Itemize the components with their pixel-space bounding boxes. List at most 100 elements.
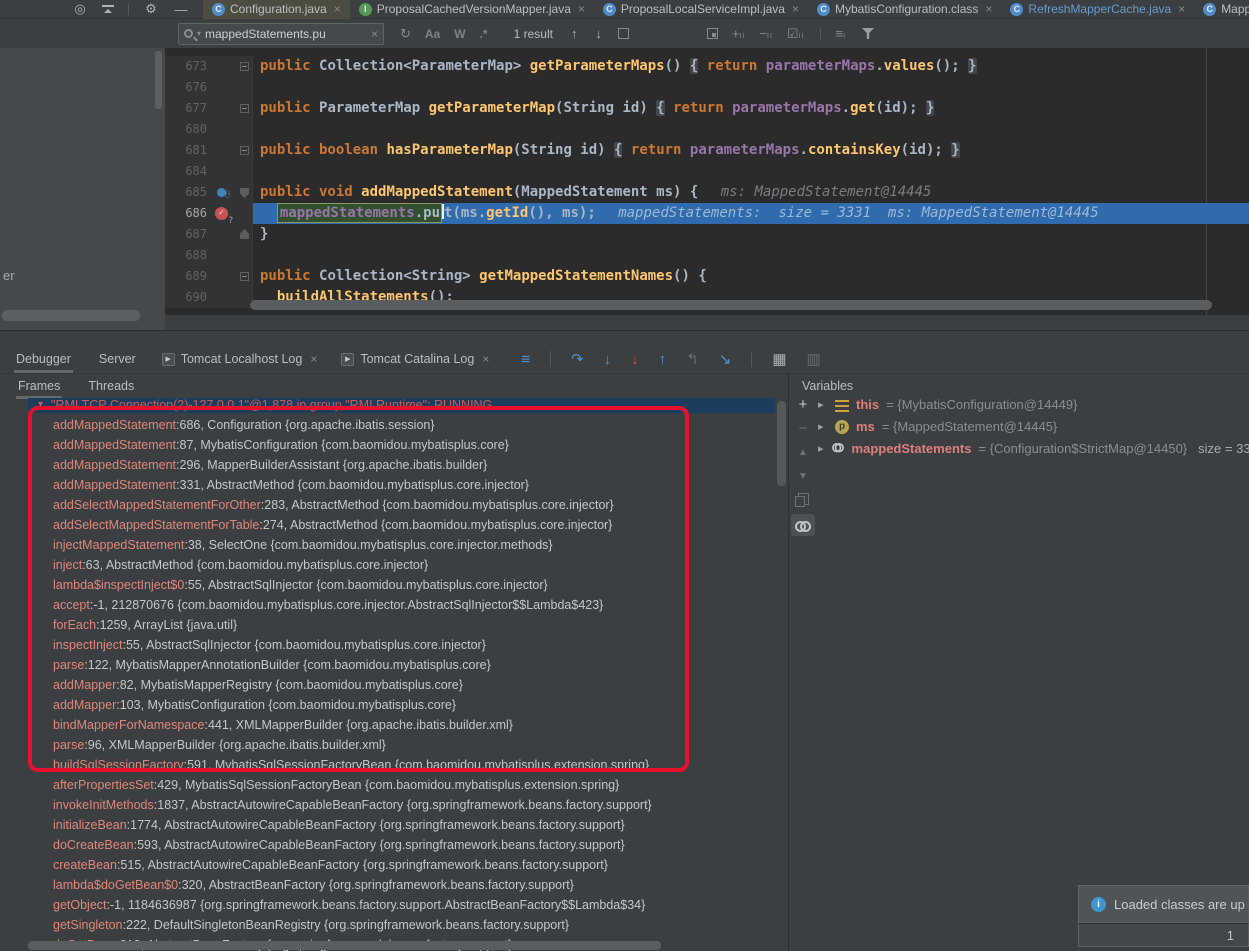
previous-occurrence-icon[interactable]: ↑	[571, 26, 578, 41]
code-line[interactable]: 677 public ParameterMap getParameterMap(…	[165, 98, 1249, 119]
show-watches-toggle[interactable]	[791, 514, 815, 536]
evaluate-expression-icon[interactable]: ▦	[772, 350, 786, 368]
fold-marker-slot[interactable]	[238, 77, 253, 98]
variable-row[interactable]: ▸ p ms = {MappedStatement@14445}	[818, 416, 1249, 438]
collapse-all-icon[interactable]	[102, 4, 114, 14]
move-watch-up-icon[interactable]: ▲	[798, 445, 808, 460]
thread-selector[interactable]: ▾ "RMI TCP Connection(2)-127.0.0.1"@1,87…	[28, 398, 775, 413]
stack-frame[interactable]: lambda$inspectInject$0:55, AbstractSqlIn…	[0, 575, 776, 595]
tab-refresh-mapper-cache[interactable]: C RefreshMapperCache.java ×	[1001, 0, 1194, 19]
expander-icon[interactable]: ▸	[818, 438, 824, 460]
code-line[interactable]: 673 public Collection<ParameterMap> getP…	[165, 56, 1249, 77]
fold-marker-slot[interactable]	[238, 140, 253, 161]
step-into-icon[interactable]: ↓	[604, 351, 612, 368]
stack-frame[interactable]: addMapper:103, MybatisConfiguration {com…	[0, 695, 776, 715]
stack-frame[interactable]: addMappedStatement:686, Configuration {o…	[0, 415, 776, 435]
code-line[interactable]: 689 public Collection<String> getMappedS…	[165, 266, 1249, 287]
close-icon[interactable]: ×	[482, 352, 489, 366]
remove-occurrence-icon[interactable]: −II	[759, 26, 772, 41]
code-line[interactable]: 687 }	[165, 224, 1249, 245]
close-icon[interactable]: ×	[985, 2, 992, 16]
code-line[interactable]: 680	[165, 119, 1249, 140]
stack-frame[interactable]: doCreateBean:593, AbstractAutowireCapabl…	[0, 835, 776, 855]
tab-configuration-java[interactable]: C Configuration.java ×	[203, 0, 350, 19]
stack-frame[interactable]: createBean:515, AbstractAutowireCapableB…	[0, 855, 776, 875]
code-line[interactable]: 681 public boolean hasParameterMap(Strin…	[165, 140, 1249, 161]
settings-gear-icon[interactable]: ⚙	[143, 1, 159, 17]
fold-marker-slot[interactable]	[238, 224, 253, 245]
debugger-menu-icon[interactable]: ≡	[521, 351, 530, 368]
step-out-icon[interactable]: ↑	[659, 351, 667, 368]
fold-marker-slot[interactable]	[238, 182, 253, 203]
stack-frame[interactable]: bindMapperForNamespace:441, XMLMapperBui…	[0, 715, 776, 735]
code-line[interactable]: 676	[165, 77, 1249, 98]
stack-frame[interactable]: lambda$doGetBean$0:320, AbstractBeanFact…	[0, 875, 776, 895]
step-over-icon[interactable]: ↷	[571, 350, 584, 368]
tab-tomcat-localhost-log[interactable]: ▶ Tomcat Localhost Log ×	[150, 352, 330, 366]
stack-frame[interactable]: addSelectMappedStatementForOther:283, Ab…	[0, 495, 776, 515]
search-input[interactable]: ▾ mappedStatements.pu ×	[178, 23, 384, 45]
breakpoint-icon[interactable]: ✓?	[211, 203, 238, 224]
drop-frame-icon[interactable]: ↰	[686, 350, 699, 368]
code-editor[interactable]: 673 public Collection<ParameterMap> getP…	[165, 48, 1249, 315]
tab-frames[interactable]: Frames	[4, 373, 74, 399]
stack-frame[interactable]: addMappedStatement:296, MapperBuilderAss…	[0, 455, 776, 475]
tab-tomcat-catalina-log[interactable]: ▶ Tomcat Catalina Log ×	[329, 352, 501, 366]
stack-frame[interactable]: initializeBean:1774, AbstractAutowireCap…	[0, 815, 776, 835]
stack-frame[interactable]: inject:63, AbstractMethod {com.baomidou.…	[0, 555, 776, 575]
panel-horizontal-scrollbar[interactable]	[2, 310, 140, 321]
stack-frame[interactable]: forEach:1259, ArrayList {java.util}	[0, 615, 776, 635]
stack-frame[interactable]: parse:96, XMLMapperBuilder {org.apache.i…	[0, 735, 776, 755]
hide-panel-icon[interactable]: —	[173, 2, 189, 17]
search-history-icon[interactable]: ↻	[400, 26, 411, 42]
close-icon[interactable]: ×	[792, 2, 799, 16]
select-all-occurrences-icon[interactable]: ☑II	[787, 26, 805, 42]
panel-vertical-scrollbar[interactable]	[155, 51, 162, 109]
code-line[interactable]: 685 ↓ public void addMappedStatement(Map…	[165, 182, 1249, 203]
fold-marker-slot[interactable]	[238, 56, 253, 77]
stack-frame[interactable]: getSingleton:222, DefaultSingletonBeanRe…	[0, 915, 776, 935]
tab-mapper-method[interactable]: C MapperMethod.java ×	[1194, 0, 1249, 19]
fold-sq-icon[interactable]	[240, 272, 249, 281]
clear-search-icon[interactable]: ×	[371, 27, 378, 41]
move-watch-down-icon[interactable]: ▼	[798, 469, 808, 484]
fold-marker-slot[interactable]	[238, 266, 253, 287]
next-occurrence-icon[interactable]: ↓	[595, 26, 602, 41]
close-icon[interactable]: ×	[310, 352, 317, 366]
tab-mybatis-configuration-class[interactable]: C MybatisConfiguration.class ×	[808, 0, 1001, 19]
stack-frame[interactable]: addMappedStatement:331, AbstractMethod {…	[0, 475, 776, 495]
stack-frame[interactable]: invokeInitMethods:1837, AbstractAutowire…	[0, 795, 776, 815]
open-in-find-window-icon[interactable]	[707, 28, 718, 39]
variable-row[interactable]: ▸ mappedStatements = {Configuration$Stri…	[818, 438, 1249, 460]
search-history-chevron-icon[interactable]: ▾	[197, 29, 201, 38]
close-icon[interactable]: ×	[1178, 2, 1185, 16]
fold-marker-slot[interactable]	[238, 119, 253, 140]
expander-icon[interactable]: ▸	[818, 416, 828, 438]
frames-horizontal-scrollbar[interactable]	[28, 941, 661, 950]
variable-row[interactable]: ▸ this = {MybatisConfiguration@14449}	[818, 394, 1249, 416]
add-watch-icon[interactable]: +	[799, 397, 808, 412]
fold-marker-slot[interactable]	[238, 161, 253, 182]
fold-marker-slot[interactable]	[238, 203, 253, 224]
fold-marker-slot[interactable]	[238, 245, 253, 266]
tab-proposal-cached-version-mapper[interactable]: I ProposalCachedVersionMapper.java ×	[350, 0, 594, 19]
whole-words-toggle[interactable]: W	[454, 27, 465, 41]
close-icon[interactable]: ×	[334, 2, 341, 16]
search-in-selection-icon[interactable]	[618, 28, 629, 39]
run-to-cursor-icon[interactable]: ↘	[719, 350, 732, 368]
fold-down-icon[interactable]	[240, 188, 249, 198]
code-line[interactable]: 684	[165, 161, 1249, 182]
thread-expander-icon[interactable]: ▾	[38, 398, 43, 412]
stack-frame[interactable]: accept:-1, 212870676 {com.baomidou.mybat…	[0, 595, 776, 615]
stack-frame[interactable]: inspectInject:55, AbstractSqlInjector {c…	[0, 635, 776, 655]
fold-sq-icon[interactable]	[240, 62, 249, 71]
stack-frame[interactable]: addMappedStatement:87, MybatisConfigurat…	[0, 435, 776, 455]
tab-debugger[interactable]: Debugger	[2, 345, 85, 373]
stack-frame[interactable]: parse:122, MybatisMapperAnnotationBuilde…	[0, 655, 776, 675]
remove-watch-icon[interactable]: −	[799, 421, 808, 436]
add-occurrence-icon[interactable]: +II	[732, 26, 745, 41]
expander-icon[interactable]: ▸	[818, 394, 828, 416]
stack-frame[interactable]: addMapper:82, MybatisMapperRegistry {com…	[0, 675, 776, 695]
frames-vertical-scrollbar[interactable]	[777, 401, 786, 486]
fold-sq-icon[interactable]	[240, 104, 249, 113]
